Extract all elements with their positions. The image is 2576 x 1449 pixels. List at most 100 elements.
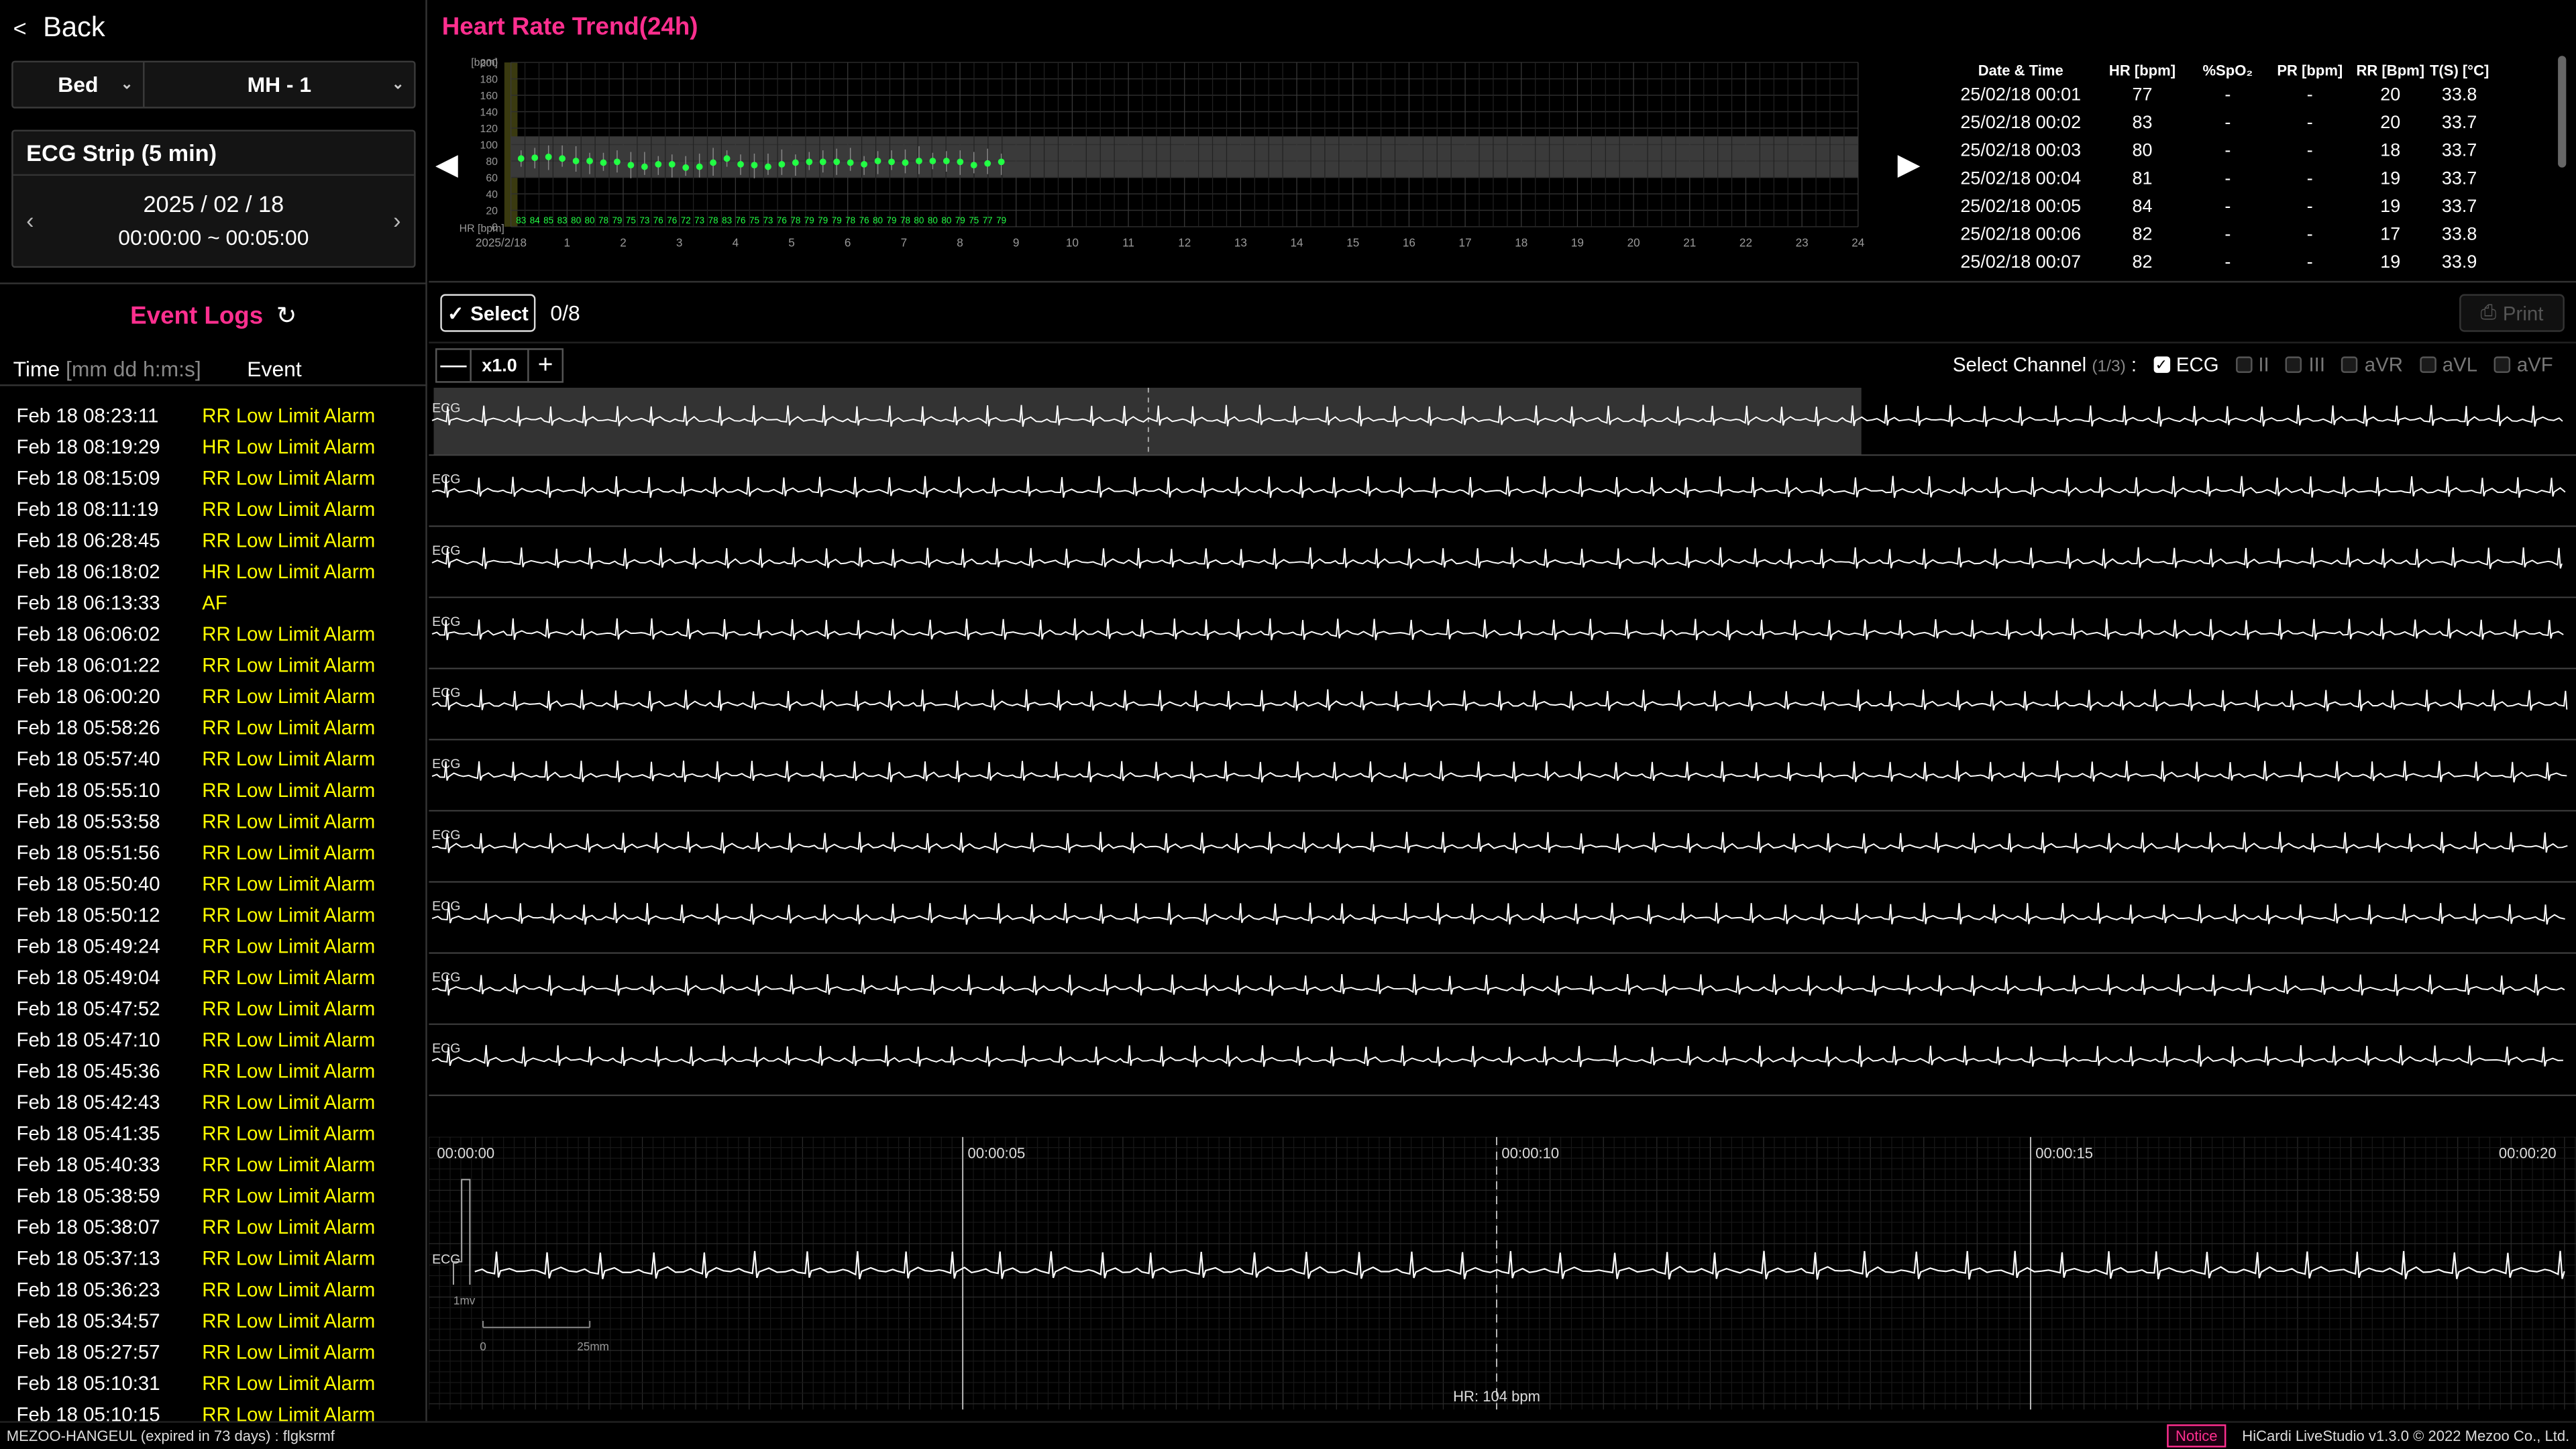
event-row[interactable]: Feb 18 08:19:29 HR Low Limit Alarm <box>0 431 424 462</box>
event-row[interactable]: Feb 18 05:55:10 RR Low Limit Alarm <box>0 773 424 805</box>
event-row[interactable]: Feb 18 06:28:45 RR Low Limit Alarm <box>0 524 424 555</box>
channel-iii[interactable]: III <box>2286 354 2325 376</box>
event-row[interactable]: Feb 18 05:57:40 RR Low Limit Alarm <box>0 743 424 774</box>
channel-avl[interactable]: aVL <box>2419 354 2477 376</box>
trend-point <box>970 162 977 169</box>
vitals-row[interactable]: 25/02/18 00:02 83 - - 20 33.7 <box>1947 109 2555 137</box>
detail-time-label: 00:00:15 <box>2035 1145 2093 1162</box>
event-row[interactable]: Feb 18 05:40:33 RR Low Limit Alarm <box>0 1148 424 1180</box>
vitals-cell: - <box>2224 196 2231 217</box>
event-row[interactable]: Feb 18 05:41:35 RR Low Limit Alarm <box>0 1117 424 1148</box>
event-row[interactable]: Feb 18 05:47:52 RR Low Limit Alarm <box>0 992 424 1024</box>
event-type: RR Low Limit Alarm <box>202 496 376 521</box>
event-row[interactable]: Feb 18 05:50:40 RR Low Limit Alarm <box>0 867 424 899</box>
version-text: HiCardi LiveStudio v1.3.0 © 2022 Mezoo C… <box>2242 1428 2570 1444</box>
channel-label-text: aVF <box>2516 353 2553 376</box>
vitals-row[interactable]: 25/02/18 00:05 84 - - 19 33.7 <box>1947 193 2555 221</box>
vitals-cell: 17 <box>2380 224 2401 244</box>
bed-label: Bed ⌄ <box>13 62 145 107</box>
vitals-row[interactable]: 25/02/18 00:07 82 - - 19 33.9 <box>1947 248 2555 276</box>
x-tick-label: 2 <box>620 235 627 249</box>
event-row[interactable]: Feb 18 05:45:36 RR Low Limit Alarm <box>0 1055 424 1086</box>
ecg-strip-wave <box>431 1044 2563 1067</box>
trend-point <box>545 153 552 160</box>
event-row[interactable]: Feb 18 05:38:59 RR Low Limit Alarm <box>0 1179 424 1211</box>
event-type: RR Low Limit Alarm <box>202 653 376 676</box>
event-row[interactable]: Feb 18 06:06:02 RR Low Limit Alarm <box>0 618 424 649</box>
channel-avf[interactable]: aVF <box>2493 353 2553 376</box>
vitals-cell: 80 <box>2132 140 2153 160</box>
select-button[interactable]: ✓ Select <box>440 294 536 332</box>
trend-point <box>943 158 950 164</box>
event-time: Feb 18 05:49:04 <box>16 965 160 989</box>
notice-button[interactable]: Notice <box>2167 1424 2226 1448</box>
vitals-cell: - <box>2224 168 2231 189</box>
event-logs-title: Event Logs <box>130 301 264 330</box>
event-row[interactable]: Feb 18 05:36:23 RR Low Limit Alarm <box>0 1273 424 1305</box>
channel-label-text: II <box>2258 353 2269 376</box>
event-row[interactable]: Feb 18 05:10:31 RR Low Limit Alarm <box>0 1367 424 1399</box>
event-row[interactable]: Feb 18 06:00:20 RR Low Limit Alarm <box>0 680 424 712</box>
vitals-cell: 20 <box>2380 112 2401 133</box>
y-unit-label: [bpm] <box>471 57 498 68</box>
event-row[interactable]: Feb 18 06:01:22 RR Low Limit Alarm <box>0 649 424 680</box>
x-tick-label: 9 <box>1013 235 1020 249</box>
toolbar: ✓ Select 0/8 ⎙ Print <box>429 282 2576 341</box>
event-row[interactable]: Feb 18 05:37:13 RR Low Limit Alarm <box>0 1242 424 1273</box>
ecg-strip-wave <box>431 618 2564 641</box>
vitals-row[interactable]: 25/02/18 00:03 80 - - 18 33.7 <box>1947 136 2555 164</box>
trend-point <box>929 158 936 164</box>
trend-point <box>847 159 854 166</box>
print-button[interactable]: ⎙ Print <box>2459 294 2565 332</box>
trend-point <box>723 155 731 162</box>
event-time: Feb 18 05:57:40 <box>16 747 160 770</box>
event-type: RR Low Limit Alarm <box>202 747 376 770</box>
vitals-cell: - <box>2306 252 2313 272</box>
zoom-out-button[interactable]: — <box>437 350 472 382</box>
channel-ecg[interactable]: ✓ ECG <box>2153 354 2219 376</box>
zoom-in-button[interactable]: + <box>527 350 561 382</box>
event-row[interactable]: Feb 18 05:49:04 RR Low Limit Alarm <box>0 961 424 993</box>
refresh-icon[interactable]: ↻ <box>276 301 297 331</box>
vitals-row[interactable]: 25/02/18 00:06 82 - - 17 33.8 <box>1947 220 2555 248</box>
event-row[interactable]: Feb 18 05:58:26 RR Low Limit Alarm <box>0 711 424 743</box>
vitals-scrollbar[interactable] <box>2558 56 2567 168</box>
y-tick-label: 120 <box>480 123 498 135</box>
event-row[interactable]: Feb 18 05:53:58 RR Low Limit Alarm <box>0 805 424 837</box>
channel-ii[interactable]: II <box>2235 354 2269 376</box>
next-strip-button[interactable]: › <box>393 207 400 233</box>
event-row[interactable]: Feb 18 05:50:12 RR Low Limit Alarm <box>0 899 424 930</box>
trend-point <box>655 161 662 168</box>
event-row[interactable]: Feb 18 05:49:24 RR Low Limit Alarm <box>0 930 424 961</box>
event-row[interactable]: Feb 18 05:38:07 RR Low Limit Alarm <box>0 1211 424 1242</box>
trend-next-button[interactable]: ▶ <box>1898 148 1921 182</box>
trend-point <box>696 163 703 170</box>
event-row[interactable]: Feb 18 05:51:56 RR Low Limit Alarm <box>0 837 424 868</box>
event-row[interactable]: Feb 18 06:18:02 HR Low Limit Alarm <box>0 555 424 587</box>
event-row[interactable]: Feb 18 05:47:10 RR Low Limit Alarm <box>0 1024 424 1055</box>
vitals-cell: - <box>2224 140 2231 160</box>
trend-point <box>874 158 881 164</box>
event-row[interactable]: Feb 18 08:15:09 RR Low Limit Alarm <box>0 462 424 493</box>
event-row[interactable]: Feb 18 06:13:33 AF <box>0 586 424 618</box>
bed-select[interactable]: Bed ⌄ MH - 1 ⌄ <box>11 60 416 109</box>
event-type: RR Low Limit Alarm <box>202 1215 376 1238</box>
hr-value-label: 83 <box>722 215 732 225</box>
vitals-cell: 77 <box>2132 85 2153 105</box>
event-type: RR Low Limit Alarm <box>202 1027 376 1051</box>
vitals-cell: 25/02/18 00:06 <box>1960 224 2082 244</box>
event-row[interactable]: Feb 18 05:42:43 RR Low Limit Alarm <box>0 1086 424 1118</box>
strip-lead-label: ECG <box>432 899 460 914</box>
event-row[interactable]: Feb 18 05:27:57 RR Low Limit Alarm <box>0 1336 424 1367</box>
vitals-row[interactable]: 25/02/18 00:04 81 - - 19 33.7 <box>1947 164 2555 193</box>
hr-value-label: 73 <box>639 215 649 225</box>
channel-avr[interactable]: aVR <box>2341 354 2403 376</box>
event-row[interactable]: Feb 18 08:11:19 RR Low Limit Alarm <box>0 493 424 525</box>
printer-icon: ⎙ <box>2480 301 2497 324</box>
trend-point <box>778 161 786 168</box>
back-button[interactable]: < Back <box>13 10 105 46</box>
vitals-row[interactable]: 25/02/18 00:01 77 - - 20 33.8 <box>1947 80 2555 109</box>
x-tick-label: 23 <box>1796 235 1809 249</box>
event-row[interactable]: Feb 18 08:23:11 RR Low Limit Alarm <box>0 399 424 431</box>
event-row[interactable]: Feb 18 05:34:57 RR Low Limit Alarm <box>0 1305 424 1336</box>
